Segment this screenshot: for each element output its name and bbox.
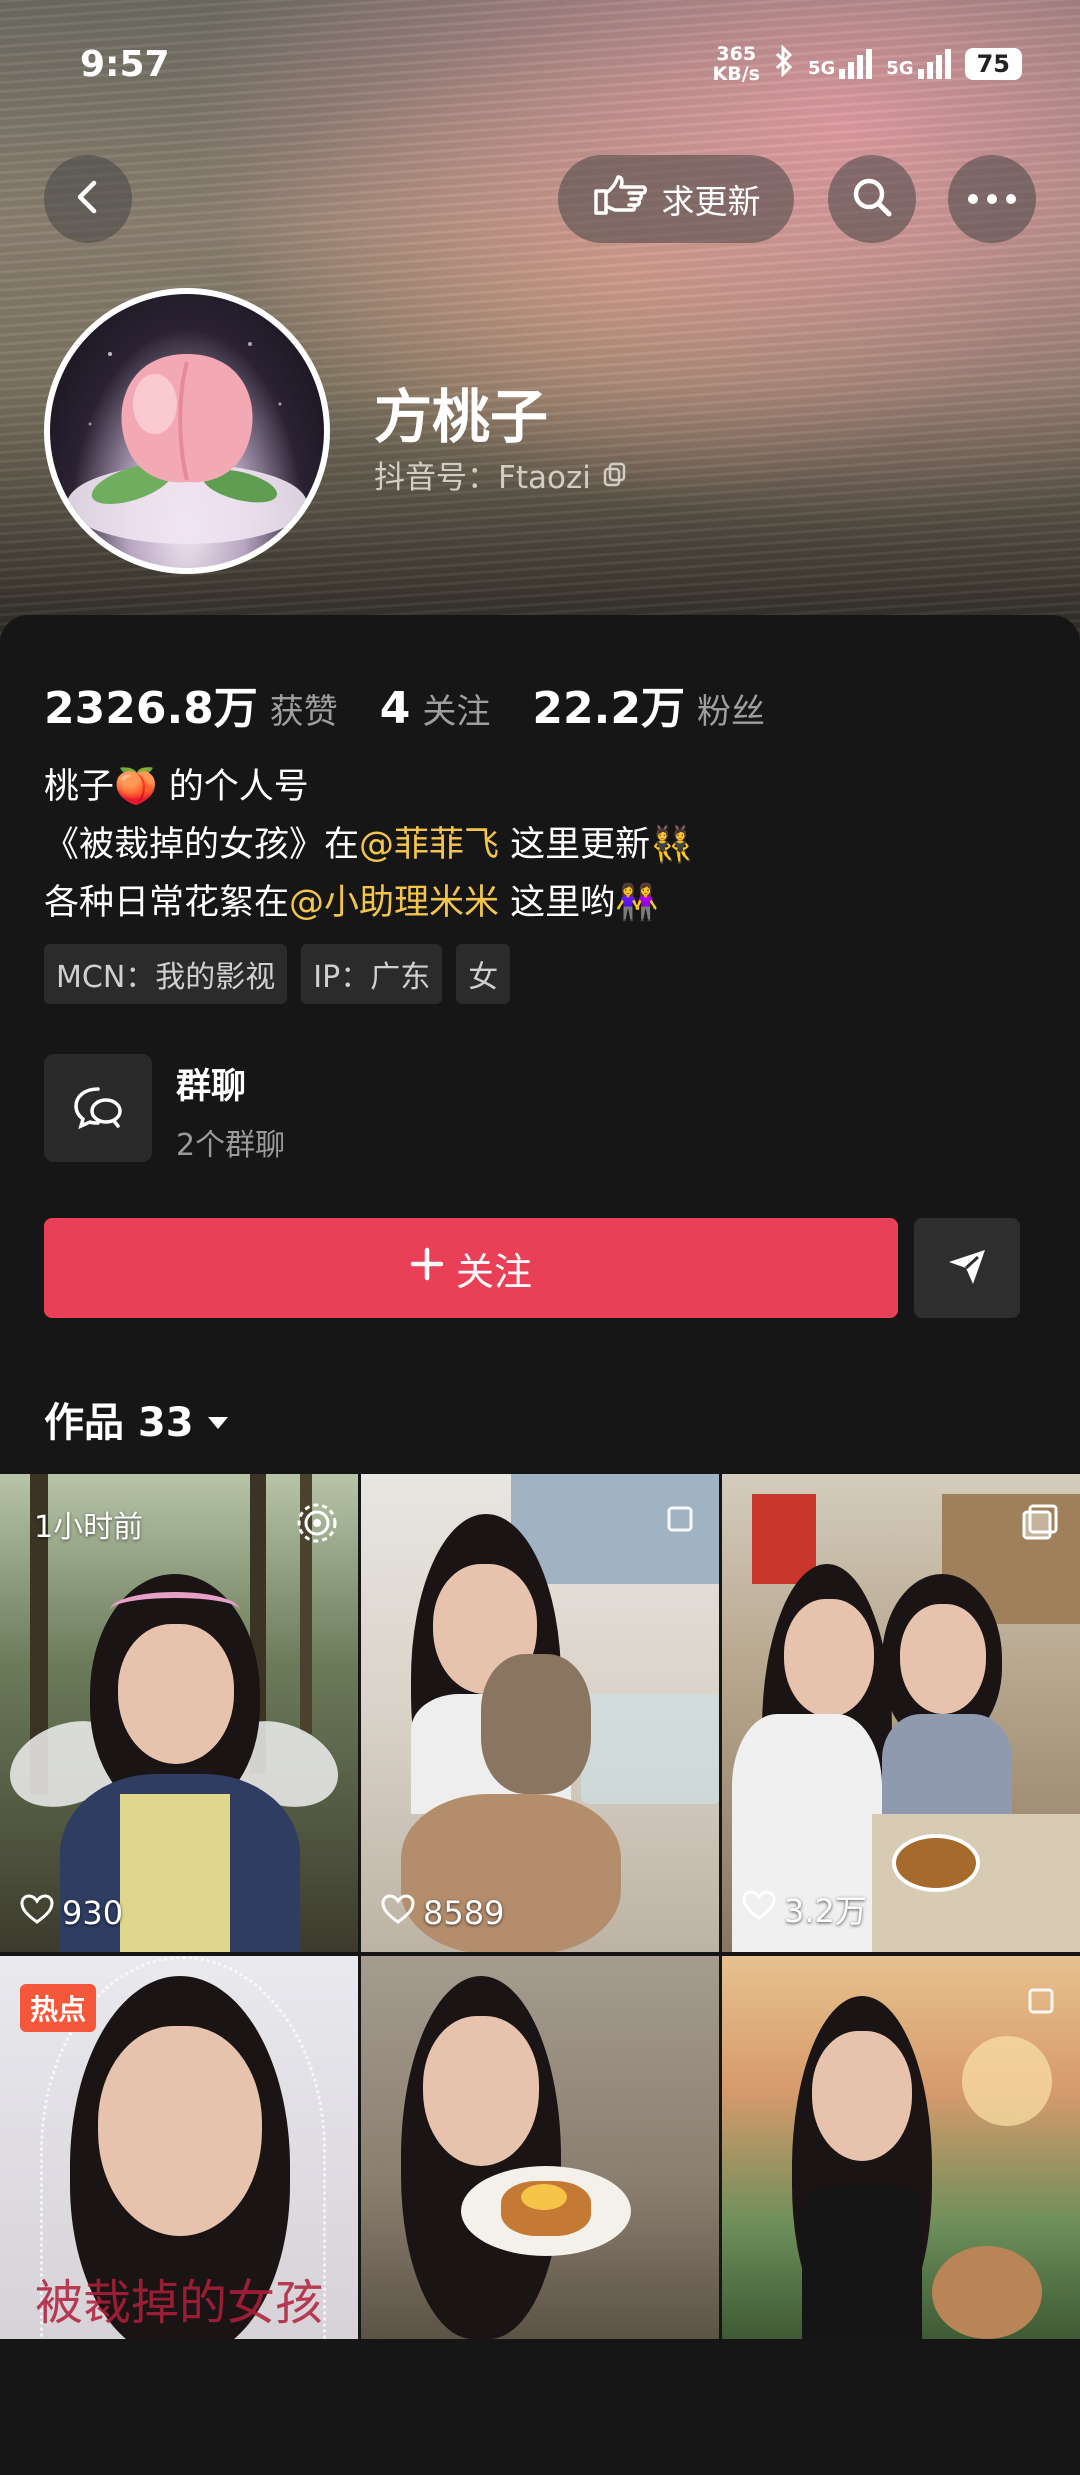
search-button[interactable] [828, 155, 916, 243]
heart-icon [20, 1894, 54, 1932]
bio-line-2: 《被裁掉的女孩》在@菲菲飞 这里更新👯 [44, 825, 694, 865]
mention-link[interactable]: @小助理米米 [289, 883, 499, 923]
more-button[interactable] [948, 155, 1036, 243]
pointing-hand-icon [592, 173, 648, 225]
group-chat-title[interactable]: 群聊 [176, 1058, 246, 1109]
status-time: 9:57 [80, 44, 170, 85]
tag-gender: 女 [456, 944, 511, 1004]
profile-name: 方桃子 [374, 383, 549, 451]
video-time: 1小时前 [34, 1510, 144, 1545]
video-thumbnail[interactable]: 3.2万 [722, 1474, 1080, 1952]
copy-icon[interactable] [601, 460, 629, 496]
avatar[interactable] [44, 288, 330, 574]
battery-indicator: 75 [964, 48, 1022, 80]
stat-following[interactable]: 4 关注 [380, 683, 491, 734]
gallery-icon [1026, 1984, 1060, 2022]
video-likes: 3.2万 [742, 1886, 867, 1932]
video-caption: 被裁掉的女孩 [34, 2274, 323, 2331]
video-thumbnail[interactable]: 8589 [361, 1474, 719, 1952]
request-update-label: 求更新 [661, 182, 761, 221]
gallery-icon [665, 1502, 699, 1540]
chat-bubbles-icon [70, 1081, 126, 1135]
signal-icon-sim2: 5G [886, 49, 951, 79]
group-chat-button[interactable] [44, 1054, 152, 1162]
live-icon [296, 1502, 338, 1548]
stat-likes[interactable]: 2326.8万 获赞 [44, 672, 338, 736]
chevron-left-icon [68, 177, 108, 221]
stat-followers[interactable]: 22.2万 粉丝 [532, 672, 765, 736]
profile-tags: MCN：我的影视 IP：广东 女 [44, 944, 511, 1004]
video-thumbnail[interactable]: 被裁掉的女孩 热点 [0, 1956, 358, 2339]
hot-badge: 热点 [20, 1984, 97, 2032]
network-speed: 365 KB/s [712, 43, 760, 85]
profile-stats: 2326.8万 获赞 4 关注 22.2万 粉丝 [44, 672, 807, 736]
mention-link[interactable]: @菲菲飞 [359, 825, 499, 865]
video-thumbnail[interactable] [361, 1956, 719, 2339]
status-icons: 365 KB/s 5G 5G 75 [712, 43, 1022, 85]
bio-line-1: 桃子🍑 的个人号 [44, 767, 309, 807]
video-thumbnail[interactable] [722, 1956, 1080, 2339]
signal-icon-sim1: 5G [808, 49, 873, 79]
peach-avatar-image [67, 342, 307, 544]
heart-icon [742, 1890, 776, 1928]
video-likes: 930 [20, 1894, 123, 1932]
group-chat-count: 2个群聊 [176, 1128, 286, 1163]
back-button[interactable] [44, 155, 132, 243]
gallery-icon [1020, 1502, 1060, 1546]
heart-icon [381, 1894, 415, 1932]
works-tab[interactable]: 作品 33 [44, 1390, 230, 1448]
video-likes: 8589 [381, 1894, 504, 1932]
caret-down-icon [206, 1396, 230, 1442]
tag-ip: IP：广东 [301, 944, 443, 1004]
more-dots-icon [967, 190, 1017, 209]
bluetooth-icon [774, 44, 794, 83]
request-update-button[interactable]: 求更新 [558, 155, 794, 243]
works-label: 作品 33 [44, 1400, 194, 1446]
send-icon [945, 1244, 989, 1292]
plus-icon [410, 1246, 444, 1290]
tag-mcn[interactable]: MCN：我的影视 [44, 944, 288, 1004]
follow-button[interactable]: 关注 [44, 1218, 898, 1318]
follow-label: 关注 [455, 1249, 532, 1294]
douyin-id[interactable]: 抖音号：Ftaozi [374, 452, 629, 497]
video-thumbnail[interactable]: 1小时前 930 [0, 1474, 358, 1952]
video-grid: 1小时前 930 8589 3.2万 被裁掉的女孩 热点 [0, 1474, 1080, 2339]
bio: 桃子🍑 的个人号 《被裁掉的女孩》在@菲菲飞 这里更新👯 各种日常花絮在@小助理… [44, 758, 694, 932]
bio-line-3: 各种日常花絮在@小助理米米 这里哟👭 [44, 883, 659, 923]
search-icon [850, 175, 894, 223]
message-button[interactable] [914, 1218, 1020, 1318]
